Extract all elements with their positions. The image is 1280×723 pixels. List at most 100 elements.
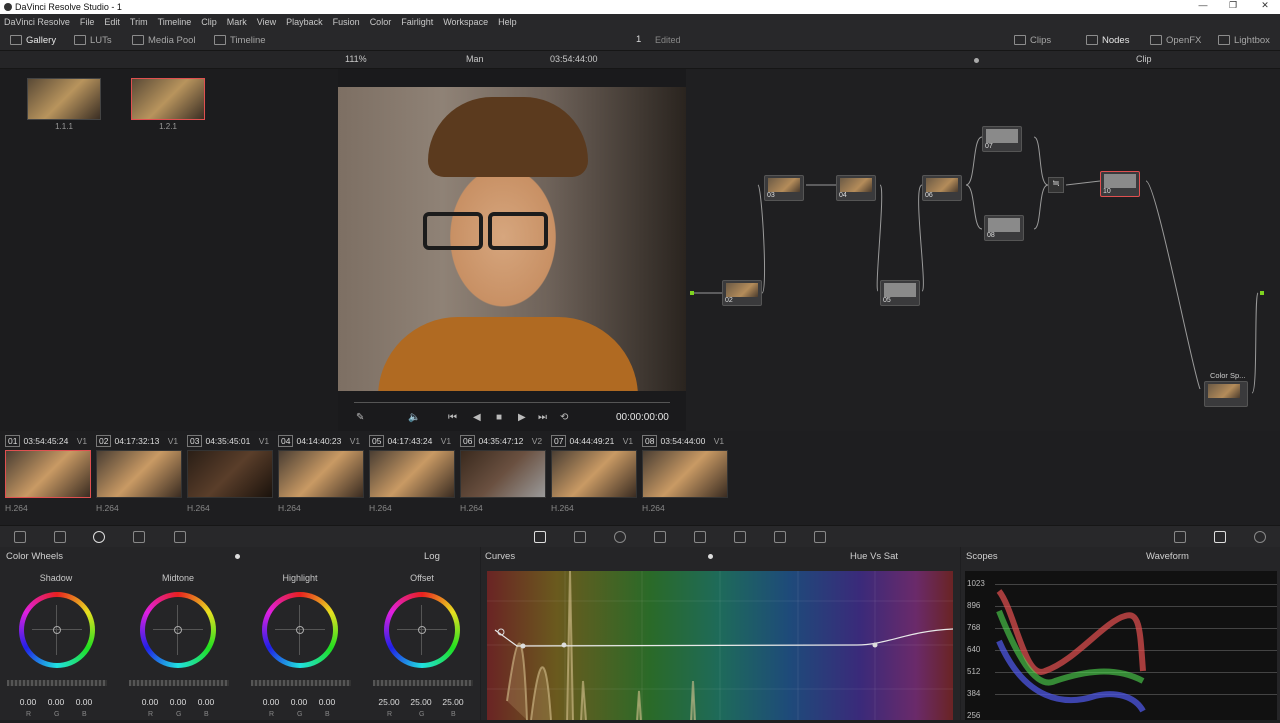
curve-mode-dropdown[interactable]: Hue Vs Sat [850,551,898,562]
midtone-b-value[interactable]: 0.00 [194,697,218,707]
tracker-icon[interactable] [654,531,666,543]
source-timecode[interactable]: 03:54:44:00 [550,54,598,64]
offset-g-value[interactable]: 25.00 [407,697,435,707]
highlight-b-value[interactable]: 0.00 [315,697,339,707]
rgb-mixer-icon[interactable] [133,531,145,543]
clip-thumbnail[interactable] [642,450,728,498]
highlight-g-value[interactable]: 0.00 [287,697,311,707]
menu-item[interactable]: Trim [130,17,148,27]
last-frame-icon[interactable]: ⏭ [538,412,547,423]
maximize-icon[interactable]: ❐ [1218,0,1248,14]
menu-item[interactable]: Playback [286,17,323,27]
zoom-dropdown[interactable]: 111% [345,54,367,64]
first-frame-icon[interactable]: ⏮ [448,412,457,423]
menu-item[interactable]: Fusion [333,17,360,27]
motion-effects-icon[interactable] [174,531,186,543]
node-10[interactable]: 10 [1100,171,1140,197]
shadow-wheel[interactable] [19,592,95,668]
highlight-wheel[interactable] [262,592,338,668]
menu-item[interactable]: Fairlight [401,17,433,27]
media-pool-button[interactable]: Media Pool [132,33,196,47]
offset-jog-wheel[interactable] [373,680,473,686]
keyframes-icon[interactable] [1174,531,1186,543]
stop-icon[interactable]: ■ [496,412,502,423]
highlight-jog-wheel[interactable] [251,680,351,686]
offset-b-value[interactable]: 25.00 [439,697,467,707]
openfx-button[interactable]: OpenFX [1150,33,1201,47]
menu-item[interactable]: DaVinci Resolve [4,17,70,27]
reverse-icon[interactable]: ◀ [473,412,481,423]
mixer-node[interactable]: ≒ [1048,177,1064,193]
midtone-g-value[interactable]: 0.00 [166,697,190,707]
clip-name-dropdown[interactable]: Man [466,54,484,64]
menu-item[interactable]: File [80,17,95,27]
midtone-jog-wheel[interactable] [129,680,229,686]
scopes-icon[interactable] [1214,531,1226,543]
node-05[interactable]: 05 [880,280,920,306]
shadow-r-value[interactable]: 0.00 [16,697,40,707]
camera-raw-icon[interactable] [14,531,26,543]
scrub-bar[interactable] [354,402,670,403]
clip-thumbnail[interactable] [369,450,455,498]
luts-button[interactable]: LUTs [74,33,112,47]
menu-item[interactable]: Workspace [443,17,488,27]
curve-graph[interactable] [487,570,954,721]
offset-wheel[interactable] [384,592,460,668]
loop-icon[interactable]: ⟲ [560,412,568,423]
gallery-still[interactable] [27,78,101,120]
menu-item[interactable]: Timeline [158,17,192,27]
clip-thumbnail[interactable] [96,450,182,498]
clip-thumbnail[interactable] [187,450,273,498]
key-icon[interactable] [734,531,746,543]
video-frame[interactable] [338,87,686,391]
nodes-button[interactable]: Nodes [1086,33,1129,47]
clips-button[interactable]: Clips [1014,33,1051,47]
qualifier-icon[interactable] [574,531,586,543]
gallery-button[interactable]: Gallery [10,33,56,47]
color-match-icon[interactable] [54,531,66,543]
clip-thumbnail[interactable] [278,450,364,498]
timeline-button[interactable]: Timeline [214,33,266,47]
node-03[interactable]: 03 [764,175,804,201]
curves-icon[interactable] [534,531,546,543]
menu-item[interactable]: Edit [104,17,120,27]
clip-thumbnail[interactable] [5,450,91,498]
midtone-wheel[interactable] [140,592,216,668]
node-08[interactable]: 08 [984,215,1024,241]
highlight-r-value[interactable]: 0.00 [259,697,283,707]
menu-item[interactable]: Color [370,17,392,27]
info-icon[interactable] [1254,531,1266,543]
menu-item[interactable]: View [257,17,276,27]
node-02[interactable]: 02 [722,280,762,306]
clip-thumbnail[interactable] [460,450,546,498]
menu-item[interactable]: Mark [227,17,247,27]
scope-type-dropdown[interactable]: Waveform [1146,551,1189,562]
color-space-node[interactable] [1204,381,1248,407]
color-wheels-icon[interactable] [93,531,105,543]
offset-r-value[interactable]: 25.00 [375,697,403,707]
blur-icon[interactable] [694,531,706,543]
shadow-g-value[interactable]: 0.00 [44,697,68,707]
output-port[interactable] [1260,291,1264,295]
clip-thumbnail[interactable] [551,450,637,498]
node-04[interactable]: 04 [836,175,876,201]
shadow-jog-wheel[interactable] [7,680,107,686]
minimize-icon[interactable]: — [1188,0,1218,14]
shadow-b-value[interactable]: 0.00 [72,697,96,707]
picker-icon[interactable]: ✎ [356,412,364,423]
input-port[interactable] [690,291,694,295]
midtone-r-value[interactable]: 0.00 [138,697,162,707]
node-06[interactable]: 06 [922,175,962,201]
node-mode-dropdown[interactable]: Clip [1136,54,1152,64]
lightbox-button[interactable]: Lightbox [1218,33,1270,47]
play-icon[interactable]: ▶ [518,412,526,423]
menu-item[interactable]: Clip [201,17,217,27]
node-07[interactable]: 07 [982,126,1022,152]
volume-icon[interactable]: 🔈 [408,412,420,423]
gallery-still[interactable] [131,78,205,120]
window-icon[interactable] [614,531,626,543]
3d-icon[interactable] [814,531,826,543]
sizing-icon[interactable] [774,531,786,543]
menu-item[interactable]: Help [498,17,517,27]
close-icon[interactable]: ✕ [1250,0,1280,14]
